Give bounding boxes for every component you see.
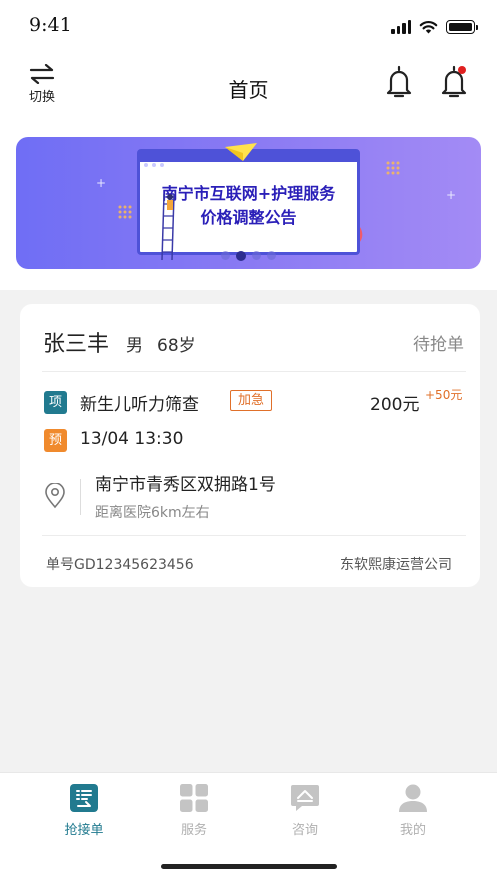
appointment-tag: 预 <box>44 429 67 452</box>
announcement-banner[interactable]: + + 南宁市互联网+护理服务 价格调整公告 <box>16 137 481 269</box>
service-name: 新生儿听力筛查 <box>80 395 199 415</box>
urgent-badge: 加急 <box>230 390 273 411</box>
distance-note: 距离医院6km左右 <box>95 505 210 521</box>
chat-icon <box>291 785 319 811</box>
banner-dot[interactable] <box>267 251 276 260</box>
banner-dot[interactable] <box>236 251 246 261</box>
message-bell-button[interactable] <box>439 64 469 100</box>
banner-section: + + 南宁市互联网+护理服务 价格调整公告 <box>0 122 497 290</box>
tab-consult[interactable]: 咨询 <box>265 783 345 838</box>
service-tag: 项 <box>44 391 67 414</box>
notification-bell-button[interactable] <box>384 64 414 100</box>
patient-gender: 男 <box>126 336 143 356</box>
location-pin-icon <box>45 483 65 509</box>
svg-text:+: + <box>446 188 456 202</box>
divider <box>42 535 466 536</box>
home-indicator <box>161 864 337 869</box>
patient-name: 张三丰 <box>43 332 110 357</box>
user-icon <box>399 784 427 812</box>
cellular-signal-icon <box>391 20 411 34</box>
unread-dot <box>458 66 466 74</box>
order-card[interactable]: 张三丰 男 68岁 待抢单 项 新生儿听力筛查 加急 200元 +50元 预 1… <box>20 304 480 587</box>
patient-age: 68岁 <box>157 336 196 356</box>
service-price: 200元 <box>370 395 420 415</box>
tab-order-grab[interactable]: 抢接单 <box>44 783 124 838</box>
operating-company: 东软熙康运营公司 <box>340 557 452 573</box>
location-separator <box>80 479 81 515</box>
price-surcharge: +50元 <box>425 388 463 402</box>
svg-text:+: + <box>96 176 106 190</box>
tab-services[interactable]: 服务 <box>154 783 234 838</box>
status-icons <box>391 20 478 34</box>
order-status: 待抢单 <box>413 335 464 355</box>
grid-icon <box>180 784 208 812</box>
tab-label: 抢接单 <box>64 823 104 838</box>
status-bar: 9:41 <box>0 0 497 50</box>
banner-dot[interactable] <box>252 251 261 260</box>
paper-plane-icon <box>225 143 257 161</box>
tab-label: 服务 <box>180 823 207 838</box>
banner-dot[interactable] <box>221 251 230 260</box>
tab-label: 咨询 <box>291 823 318 838</box>
wifi-icon <box>419 21 438 34</box>
bell-icon <box>386 65 412 98</box>
battery-icon <box>446 20 478 34</box>
tab-profile[interactable]: 我的 <box>373 783 453 838</box>
status-time: 9:41 <box>29 14 72 36</box>
service-address: 南宁市青秀区双拥路1号 <box>95 475 276 495</box>
tab-label: 我的 <box>399 823 426 838</box>
page-title: 首页 <box>228 78 269 102</box>
order-number: 单号GD12345623456 <box>46 557 194 573</box>
nav-bar: 切换 首页 <box>0 50 497 122</box>
divider <box>42 371 466 372</box>
appointment-time: 13/04 13:30 <box>80 429 184 449</box>
order-grab-icon <box>70 784 98 812</box>
banner-pagination <box>16 251 481 261</box>
